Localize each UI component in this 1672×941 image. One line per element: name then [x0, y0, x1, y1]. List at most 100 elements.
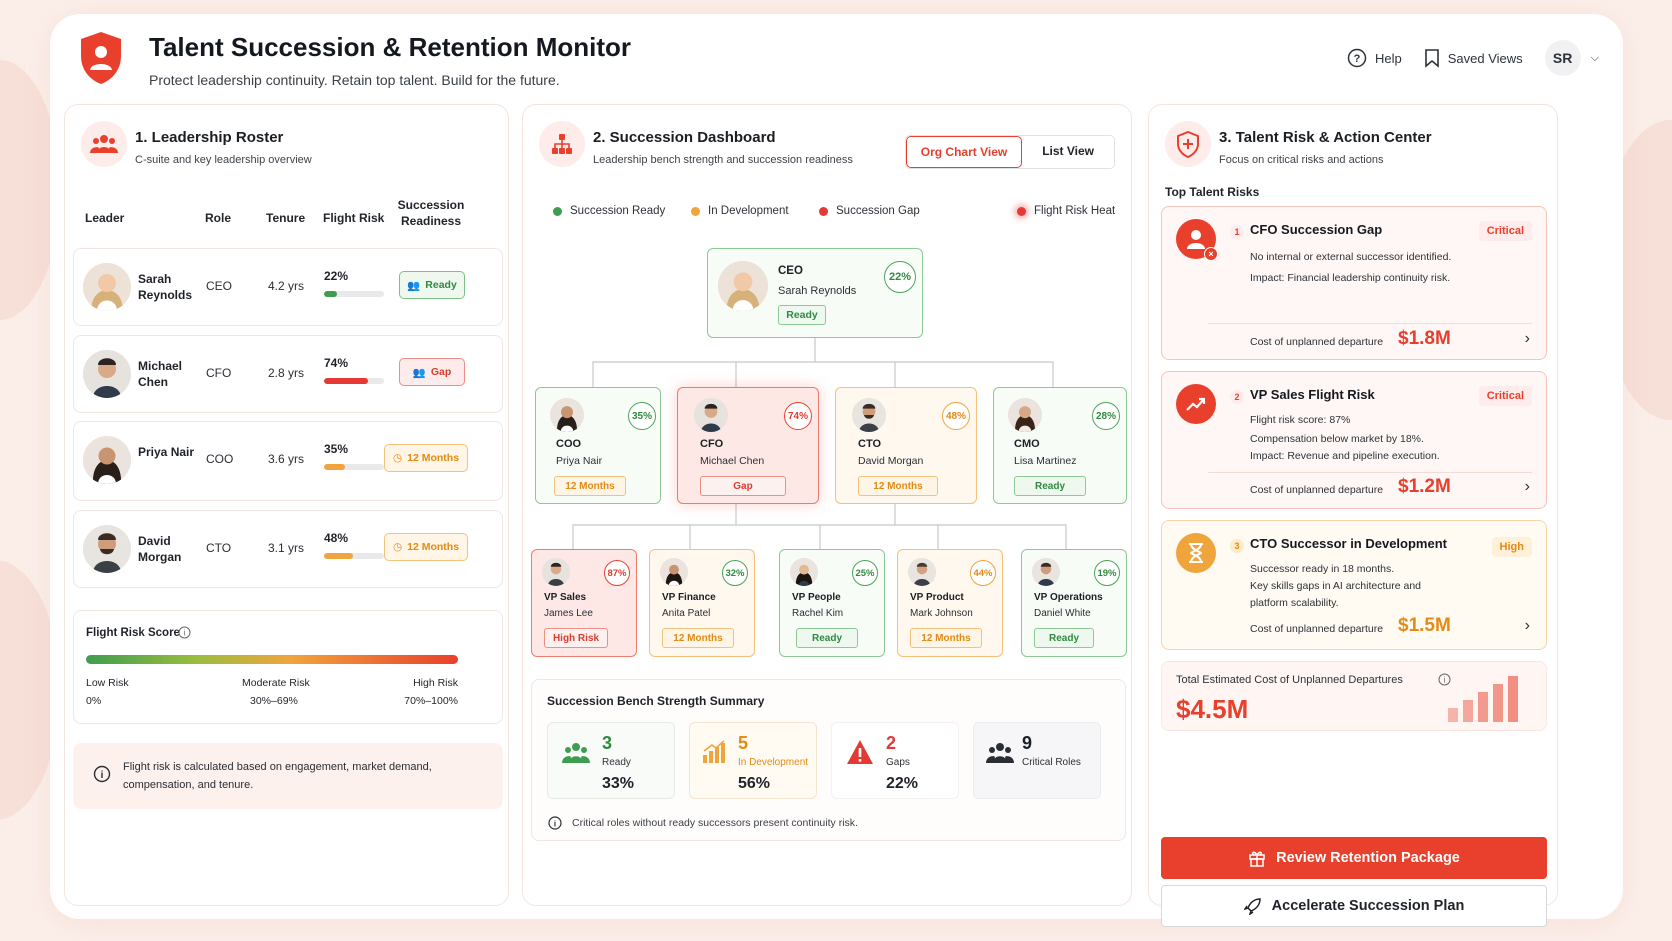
avatar	[694, 398, 728, 432]
button-label: Review Retention Package	[1276, 850, 1460, 866]
risk-percent: 19%	[1094, 560, 1120, 586]
status-label: Ready	[425, 279, 457, 291]
status-badge[interactable]: 👥 Gap	[399, 358, 465, 386]
severity-badge: Critical	[1478, 221, 1532, 241]
col-header-tenure: Tenure	[266, 211, 306, 225]
avatar	[83, 350, 131, 398]
high-risk-range: 70%–100%	[404, 695, 458, 707]
org-node-coo[interactable]: 35% COO Priya Nair 12 Months	[535, 387, 661, 504]
node-role: VP People	[792, 592, 841, 603]
org-node-cfo[interactable]: 74% CFO Michael Chen Gap	[677, 387, 819, 504]
status-pill: Gap	[700, 476, 786, 496]
leader-tenure: 3.6 yrs	[268, 452, 305, 466]
shield-plus-icon	[1165, 121, 1211, 167]
flight-risk-value: 22%	[324, 269, 349, 283]
risk-card[interactable]: 2 VP Sales Flight Risk Critical Flight r…	[1161, 371, 1547, 509]
help-link[interactable]: ? Help	[1347, 48, 1402, 68]
table-row[interactable]: Priya Nair COO 3.6 yrs 35% ◷ 12 Months	[73, 421, 503, 501]
flight-risk-score-card: Flight Risk Score i Low Risk 0% Moderate…	[73, 610, 503, 724]
risk-title: CFO Succession Gap	[1250, 222, 1383, 237]
table-row[interactable]: Michael Chen CFO 2.8 yrs 74% 👥 Gap	[73, 335, 503, 413]
node-role: CTO	[858, 438, 882, 450]
panel-subtitle: C-suite and key leadership overview	[135, 154, 312, 166]
bench-count: 5	[738, 733, 749, 753]
org-node-vp-operations[interactable]: 19% VP Operations Daniel White Ready	[1021, 549, 1127, 657]
leader-tenure: 3.1 yrs	[268, 541, 305, 555]
team-icon	[81, 121, 127, 167]
chevron-right-icon[interactable]: ›	[1525, 617, 1530, 635]
node-role: CEO	[778, 265, 803, 277]
org-node-vp-people[interactable]: 25% VP People Rachel Kim Ready	[779, 549, 885, 657]
clock-icon: ◷	[392, 541, 403, 553]
org-node-cmo[interactable]: 28% CMO Lisa Martinez Ready	[993, 387, 1127, 504]
table-row[interactable]: David Morgan CTO 3.1 yrs 48% ◷ 12 Months	[73, 510, 503, 588]
flight-risk-value: 48%	[324, 531, 349, 545]
flight-risk-score-title: Flight Risk Score	[86, 627, 180, 639]
panel-subtitle: Focus on critical risks and actions	[1219, 154, 1384, 166]
flight-risk-value: 35%	[324, 442, 349, 456]
total-cost-card: Total Estimated Cost of Unplanned Depart…	[1161, 661, 1547, 731]
leader-role: CFO	[206, 366, 232, 380]
node-name: David Morgan	[858, 455, 924, 467]
severity-badge: High	[1491, 537, 1532, 557]
status-pill: 12 Months	[662, 628, 734, 648]
status-badge[interactable]: 👥 Ready	[399, 271, 465, 299]
review-retention-package-button[interactable]: Review Retention Package	[1161, 837, 1547, 879]
bench-count: 9	[1022, 733, 1033, 753]
chevron-right-icon[interactable]: ›	[1525, 478, 1530, 496]
svg-text:i: i	[184, 629, 186, 638]
org-node-vp-sales[interactable]: 87% VP Sales James Lee High Risk	[531, 549, 637, 657]
user-menu[interactable]: SR ⌵	[1544, 40, 1599, 76]
leader-name: Michael Chen	[138, 359, 183, 389]
leader-tenure: 4.2 yrs	[268, 279, 305, 293]
close-icon: ×	[1204, 247, 1218, 261]
svg-text:?: ?	[1354, 53, 1361, 65]
risk-card[interactable]: 3 CTO Successor in Development High Succ…	[1161, 520, 1547, 650]
button-label: Accelerate Succession Plan	[1271, 898, 1465, 914]
info-icon[interactable]: i	[178, 626, 191, 639]
risk-percent: 28%	[1092, 402, 1120, 430]
flight-risk-value: 74%	[324, 356, 349, 370]
bench-count: 3	[602, 733, 613, 753]
cost-bars-icon	[1448, 676, 1518, 722]
moderate-risk-label: Moderate Risk	[242, 677, 310, 689]
avatar	[852, 398, 886, 432]
chevron-down-icon: ⌵	[1590, 51, 1599, 64]
node-role: COO	[556, 438, 582, 450]
cost-value: $1.2M	[1398, 476, 1451, 497]
help-label: Help	[1374, 50, 1402, 66]
status-badge[interactable]: ◷ 12 Months	[384, 444, 468, 472]
risk-line: Flight risk score: 87%	[1250, 414, 1351, 426]
org-node-vp-finance[interactable]: 32% VP Finance Anita Patel 12 Months	[649, 549, 755, 657]
accelerate-succession-plan-button[interactable]: Accelerate Succession Plan	[1161, 885, 1547, 927]
risk-card[interactable]: × 1 CFO Succession Gap Critical No inter…	[1161, 206, 1547, 360]
bench-percent: 33%	[602, 775, 635, 792]
bench-strength-summary: Succession Bench Strength Summary 3 Read…	[531, 679, 1126, 841]
avatar	[790, 558, 818, 586]
leader-tenure: 2.8 yrs	[268, 366, 305, 380]
status-pill: 12 Months	[554, 476, 626, 496]
status-badge[interactable]: ◷ 12 Months	[384, 533, 468, 561]
leader-role: COO	[206, 452, 234, 466]
saved-views-link[interactable]: Saved Views	[1424, 48, 1523, 68]
col-header-flight-risk: Flight Risk	[323, 211, 385, 225]
org-node-ceo[interactable]: CEO Sarah Reynolds 22% Ready	[707, 248, 923, 338]
org-node-cto[interactable]: 48% CTO David Morgan 12 Months	[835, 387, 977, 504]
org-node-vp-product[interactable]: 44% VP Product Mark Johnson 12 Months	[897, 549, 1003, 657]
risk-percent: 25%	[852, 560, 878, 586]
risk-body: No internal or external successor identi…	[1250, 249, 1465, 287]
bench-tile-critical: 9 Critical Roles	[973, 722, 1101, 799]
col-header-readiness: Succession Readiness	[397, 198, 465, 228]
moderate-risk-range: 30%–69%	[250, 695, 298, 707]
cost-value: $1.5M	[1398, 615, 1451, 636]
bookmark-icon	[1424, 49, 1439, 68]
table-row[interactable]: Sarah Reynolds CEO 4.2 yrs 22% 👥 Ready	[73, 248, 503, 326]
status-pill: Ready	[1034, 628, 1094, 648]
chevron-right-icon[interactable]: ›	[1525, 330, 1530, 348]
page-title: Talent Succession & Retention Monitor	[149, 32, 632, 62]
severity-badge: Critical	[1478, 386, 1532, 406]
header-actions: ? Help Saved Views SR ⌵	[1347, 40, 1599, 76]
cost-label: Cost of unplanned departure	[1250, 484, 1384, 496]
col-header-leader: Leader	[85, 211, 125, 225]
bench-label: In Development	[738, 757, 809, 768]
